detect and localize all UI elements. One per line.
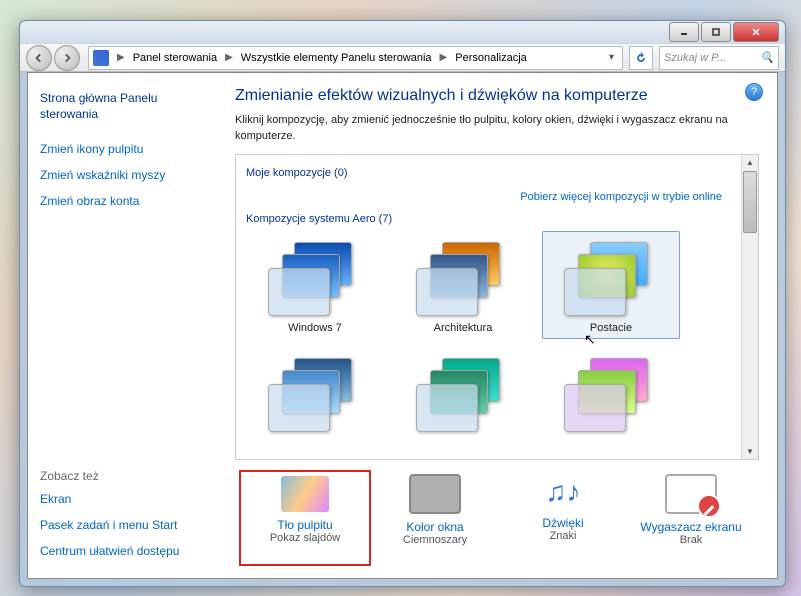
breadcrumb-item[interactable]: Personalizacja <box>451 52 531 64</box>
theme-thumbnail-icon <box>408 352 518 432</box>
setting-title: Dźwięki <box>503 516 623 530</box>
setting-subtitle: Znaki <box>503 530 623 542</box>
breadcrumb[interactable]: ▶ Panel sterowania ▶ Wszystkie elementy … <box>88 46 623 70</box>
screensaver-button[interactable]: Wygaszacz ekranu Brak <box>627 470 755 566</box>
get-themes-online-link[interactable]: Pobierz więcej kompozycji w trybie onlin… <box>246 185 732 209</box>
setting-subtitle: Pokaz slajdów <box>245 532 365 544</box>
page-description: Kliknij kompozycję, aby zmienić jednocze… <box>235 113 759 144</box>
theme-thumbnail-icon <box>556 352 666 432</box>
settings-bar: Tło pulpitu Pokaz slajdów Kolor okna Cie… <box>235 460 759 570</box>
forward-button[interactable] <box>54 45 80 71</box>
control-panel-icon <box>93 50 109 66</box>
screensaver-icon <box>665 474 717 514</box>
scroll-down-icon[interactable]: ▼ <box>742 444 758 459</box>
theme-label: Architektura <box>399 322 527 334</box>
refresh-button[interactable] <box>629 46 653 70</box>
sidebar-link-change-pointers[interactable]: Zmień wskaźniki myszy <box>40 162 205 188</box>
theme-thumbnail-icon <box>260 236 370 316</box>
close-button[interactable] <box>733 22 779 42</box>
maximize-button[interactable] <box>701 22 731 42</box>
search-placeholder: Szukaj w P... <box>664 52 726 64</box>
theme-item[interactable] <box>542 347 680 443</box>
window-color-button[interactable]: Kolor okna Ciemnoszary <box>371 470 499 566</box>
setting-subtitle: Brak <box>631 534 751 546</box>
sounds-button[interactable]: ♫♪ Dźwięki Znaki <box>499 470 627 566</box>
search-input[interactable]: Szukaj w P... 🔍 <box>659 46 779 70</box>
see-also-label: Zobacz też <box>40 466 205 486</box>
sidebar: Strona główna Panelu sterowania Zmień ik… <box>28 73 217 578</box>
scroll-up-icon[interactable]: ▲ <box>742 155 758 170</box>
theme-thumbnail-icon <box>408 236 518 316</box>
theme-characters[interactable]: Postacie <box>542 231 680 339</box>
my-themes-header: Moje kompozycje (0) <box>246 163 732 185</box>
sound-icon: ♫♪ <box>539 474 587 510</box>
breadcrumb-item[interactable]: Wszystkie elementy Panelu sterowania <box>237 52 436 64</box>
wallpaper-icon <box>281 476 329 512</box>
theme-thumbnail-icon <box>556 236 666 316</box>
scrollbar-thumb[interactable] <box>743 171 757 233</box>
breadcrumb-item[interactable]: Panel sterowania <box>129 52 221 64</box>
color-swatch-icon <box>409 474 461 514</box>
sidebar-link-taskbar[interactable]: Pasek zadań i menu Start <box>40 512 205 538</box>
theme-item[interactable] <box>246 347 384 443</box>
chevron-right-icon: ▶ <box>221 52 237 63</box>
scrollbar[interactable]: ▲ ▼ <box>741 155 758 459</box>
sidebar-link-ease-of-access[interactable]: Centrum ułatwień dostępu <box>40 538 205 564</box>
setting-subtitle: Ciemnoszary <box>375 534 495 546</box>
theme-architecture[interactable]: Architektura <box>394 231 532 339</box>
setting-title: Kolor okna <box>375 520 495 534</box>
personalization-window: ▶ Panel sterowania ▶ Wszystkie elementy … <box>19 20 786 587</box>
theme-thumbnail-icon <box>260 352 370 432</box>
theme-windows7[interactable]: Windows 7 <box>246 231 384 339</box>
theme-list: ▲ ▼ Moje kompozycje (0) Pobierz więcej k… <box>235 154 759 460</box>
chevron-right-icon: ▶ <box>436 52 452 63</box>
page-title: Zmienianie efektów wizualnych i dźwięków… <box>235 87 759 105</box>
desktop-background-button[interactable]: Tło pulpitu Pokaz slajdów <box>239 470 371 566</box>
sidebar-link-display[interactable]: Ekran <box>40 486 205 512</box>
chevron-down-icon[interactable]: ▾ <box>605 52 618 63</box>
chevron-right-icon: ▶ <box>113 52 129 63</box>
setting-title: Wygaszacz ekranu <box>631 520 751 534</box>
back-button[interactable] <box>26 45 52 71</box>
sidebar-link-change-account-picture[interactable]: Zmień obraz konta <box>40 188 205 214</box>
setting-title: Tło pulpitu <box>245 518 365 532</box>
navbar: ▶ Panel sterowania ▶ Wszystkie elementy … <box>20 44 785 72</box>
client-area: Strona główna Panelu sterowania Zmień ik… <box>27 72 778 579</box>
sidebar-home-link[interactable]: Strona główna Panelu sterowania <box>40 87 205 126</box>
theme-label: Windows 7 <box>251 322 379 334</box>
help-icon[interactable]: ? <box>745 83 763 101</box>
titlebar <box>20 21 785 44</box>
minimize-button[interactable] <box>669 22 699 42</box>
search-icon: 🔍 <box>760 51 774 64</box>
theme-item[interactable] <box>394 347 532 443</box>
sidebar-link-change-icons[interactable]: Zmień ikony pulpitu <box>40 136 205 162</box>
main-panel: ? Zmienianie efektów wizualnych i dźwięk… <box>217 73 777 578</box>
aero-themes-header: Kompozycje systemu Aero (7) <box>246 209 732 231</box>
theme-label: Postacie <box>547 322 675 334</box>
